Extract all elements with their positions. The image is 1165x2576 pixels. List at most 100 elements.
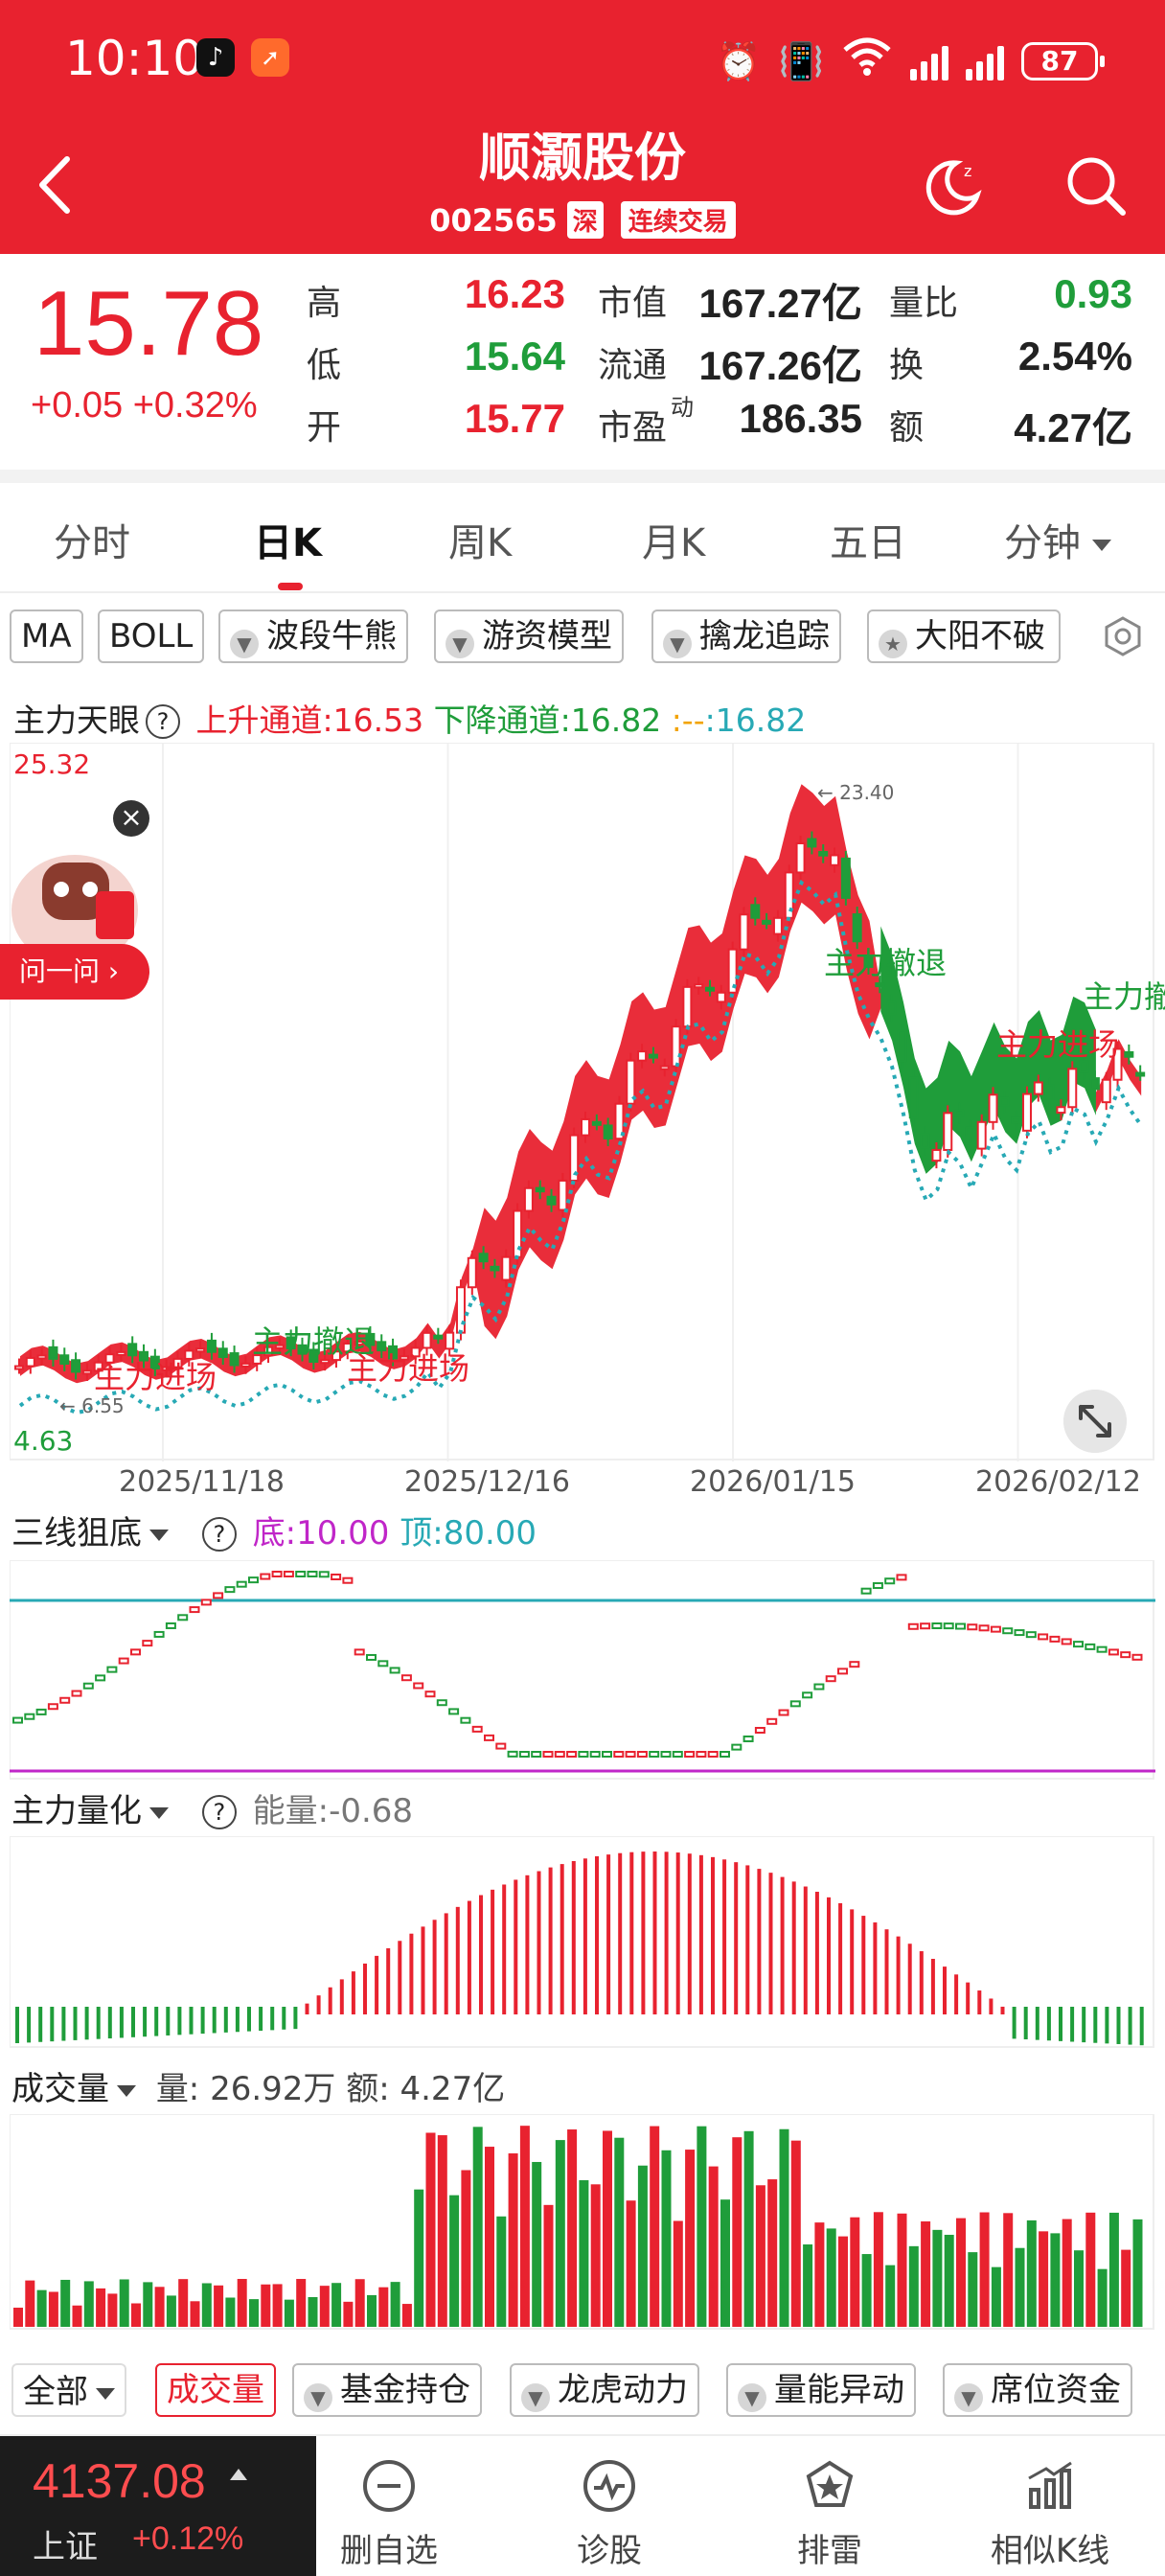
sanxian-bar xyxy=(813,1683,825,1690)
indicator-big-yang[interactable]: ★ 大阳不破 xyxy=(867,610,1061,663)
sanxian-bar xyxy=(82,1682,94,1690)
energy-bar xyxy=(652,1852,657,2014)
lianghua-name: 主力量化 xyxy=(11,1792,142,1830)
nav-similar-k[interactable]: 相似K线 xyxy=(964,2457,1136,2571)
night-mode-icon[interactable]: z xyxy=(918,153,987,222)
selector-seat-fund[interactable]: ▼ 席位资金 xyxy=(943,2363,1132,2417)
kline-chart[interactable]: 25.32 4.63 ← 23.40 ← 6.55 主力撤退 主力进场 主力进场… xyxy=(10,743,1165,1461)
energy-bar xyxy=(582,1858,587,2014)
indicator-dragon-track[interactable]: ▼ 擒龙追踪 xyxy=(651,610,841,663)
candle xyxy=(81,1369,92,1375)
main-indicator-name: 主力天眼 xyxy=(13,702,140,739)
energy-bar xyxy=(467,1900,471,2014)
selector-dragon-tiger[interactable]: ▼ 龙虎动力 xyxy=(510,2363,699,2417)
all-dropdown[interactable]: 全部 xyxy=(11,2363,126,2417)
energy-bar xyxy=(873,1922,878,2014)
energy-bar xyxy=(896,1936,901,2014)
index-ticker[interactable]: 4137.08 上证 +0.12% xyxy=(0,2436,316,2576)
ask-assistant-button[interactable]: 问一问 › xyxy=(0,944,149,1000)
nav-remove-watchlist[interactable]: 删自选 xyxy=(303,2457,475,2571)
energy-bar xyxy=(50,2007,55,2042)
indicator-label: 擒龙追踪 xyxy=(699,617,830,656)
sanxian-bar xyxy=(283,1571,294,1577)
volume-bar xyxy=(296,2279,307,2327)
tab-monthly-k[interactable]: 月K xyxy=(642,512,705,567)
energy-bar xyxy=(1012,2007,1017,2039)
sanxian-bottom: 底:10.00 xyxy=(252,1514,390,1552)
line-value: :16.82 xyxy=(704,702,807,739)
volume-bar xyxy=(603,2130,612,2327)
indicator-ma[interactable]: MA xyxy=(10,610,83,663)
energy-bar xyxy=(745,1865,750,2014)
bar-chart-icon xyxy=(1028,2461,1072,2509)
indicator-band-bull-bear[interactable]: ▼ 波段牛熊 xyxy=(218,610,408,663)
close-icon[interactable]: × xyxy=(113,800,149,837)
float-value: 167.26亿 xyxy=(698,343,862,388)
indicator-boll[interactable]: BOLL xyxy=(98,610,205,663)
selector-volume-anomaly[interactable]: ▼ 量能异动 xyxy=(726,2363,916,2417)
wifi-icon xyxy=(841,34,893,87)
energy-bar xyxy=(803,1886,808,2014)
sanxian-bar xyxy=(766,1717,778,1725)
candle xyxy=(467,1256,477,1289)
energy-bar xyxy=(698,1854,703,2014)
energy-bar xyxy=(1105,2007,1109,2044)
sanxian-bar xyxy=(684,1751,696,1758)
nav-diagnose[interactable]: 诊股 xyxy=(523,2457,696,2571)
annotation-retreat: 主力撤 xyxy=(1083,978,1165,1015)
tab-minute-line[interactable]: 分时 xyxy=(54,512,130,567)
settings-hexagon-icon[interactable] xyxy=(1102,615,1144,657)
nav-risk-scan[interactable]: 排雷 xyxy=(743,2457,916,2571)
sanxian-bar xyxy=(696,1751,707,1758)
energy-bar xyxy=(884,1929,889,2014)
candle xyxy=(705,986,716,992)
selector-fund-holding[interactable]: ▼ 基金持仓 xyxy=(292,2363,482,2417)
search-icon[interactable] xyxy=(1062,151,1131,220)
tab-minutes[interactable]: 分钟 xyxy=(1004,512,1111,567)
candle xyxy=(535,1186,545,1193)
fullscreen-icon[interactable] xyxy=(1063,1390,1127,1453)
up-channel-value: 上升通道:16.53 xyxy=(195,702,424,739)
diagnose-icon xyxy=(583,2460,635,2512)
sanxian-bar xyxy=(896,1574,907,1581)
lianghua-dropdown[interactable]: 主力量化 xyxy=(11,1792,169,1830)
tab-daily-k[interactable]: 日K xyxy=(254,512,322,567)
index-value: 4137.08 xyxy=(33,2454,206,2508)
diamond-icon: ▼ xyxy=(738,2383,766,2412)
volume-bar xyxy=(284,2299,294,2327)
volume-bar xyxy=(308,2296,318,2327)
sanxian-dropdown[interactable]: 三线狙底 xyxy=(11,1514,169,1552)
sanxian-bar xyxy=(1014,1629,1025,1637)
energy-bar xyxy=(491,1889,495,2014)
candle xyxy=(478,1253,489,1263)
help-icon[interactable]: ? xyxy=(201,1795,237,1829)
help-icon[interactable]: ? xyxy=(146,704,180,739)
tab-five-day[interactable]: 五日 xyxy=(830,512,906,567)
volume-dropdown[interactable]: 成交量 xyxy=(11,2070,136,2108)
pe-label: 市盈 xyxy=(598,408,668,448)
volume-bar xyxy=(956,2218,966,2327)
energy-bar xyxy=(96,2007,101,2039)
energy-bar xyxy=(641,1852,646,2014)
sanxian-bar xyxy=(554,1751,565,1758)
indicator-hot-money[interactable]: ▼ 游资模型 xyxy=(434,610,624,663)
tab-weekly-k[interactable]: 周K xyxy=(448,512,512,567)
energy-bar xyxy=(943,1966,947,2014)
candle xyxy=(71,1359,81,1373)
sanxian-bar xyxy=(978,1624,990,1632)
volume-bar xyxy=(614,2137,625,2327)
candle xyxy=(558,1179,568,1211)
volume-bar xyxy=(354,2279,365,2327)
volume-bar xyxy=(390,2282,400,2327)
shield-star-icon xyxy=(806,2460,854,2507)
y-axis-bottom: 4.63 xyxy=(13,1425,74,1457)
energy-bar xyxy=(525,1874,530,2014)
sanxian-bar xyxy=(920,1622,931,1630)
volume-bar xyxy=(650,2126,660,2327)
help-icon[interactable]: ? xyxy=(201,1517,237,1552)
energy-bar xyxy=(107,2007,112,2039)
selector-volume[interactable]: 成交量 xyxy=(155,2363,276,2417)
candle xyxy=(716,991,726,1003)
sanxian-bar xyxy=(707,1751,719,1758)
energy-bar xyxy=(1035,2007,1039,2040)
